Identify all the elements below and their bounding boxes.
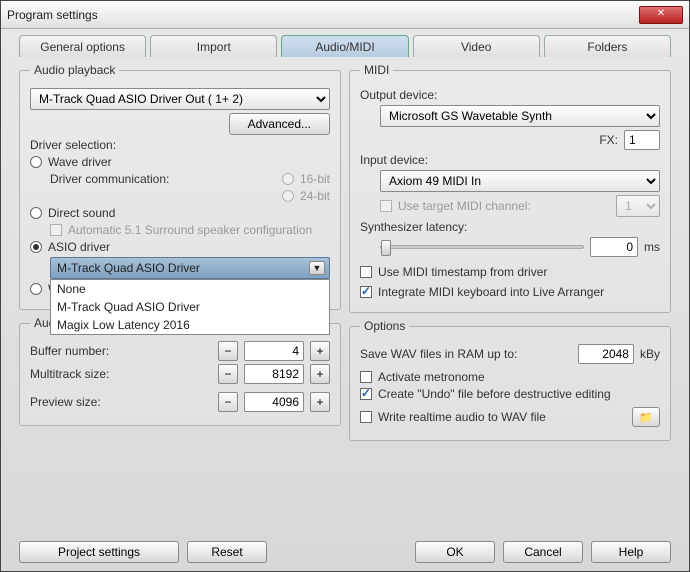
metronome-check[interactable] [360,371,372,383]
midi-group: MIDI Output device: Microsoft GS Wavetab… [349,63,671,313]
window-title: Program settings [7,8,639,22]
bit24-label: 24-bit [300,189,330,203]
midi-legend: MIDI [360,63,393,77]
settings-window: Program settings ✕ General options Impor… [0,0,690,572]
use-timestamp-check[interactable] [360,266,372,278]
buffer-number-label: Buffer number: [30,344,212,358]
save-wav-label: Save WAV files in RAM up to: [360,347,572,361]
options-legend: Options [360,319,409,333]
wave-driver-radio[interactable] [30,156,42,168]
direct-sound-radio[interactable] [30,207,42,219]
audio-playback-legend: Audio playback [30,63,119,77]
chevron-down-icon: ▼ [309,261,325,275]
bottom-bar: Project settings Reset OK Cancel Help [19,541,671,563]
save-wav-input[interactable] [578,344,634,364]
multitrack-minus[interactable]: − [218,364,238,384]
wave-driver-label: Wave driver [48,155,112,169]
asio-dropdown: None M-Track Quad ASIO Driver Magix Low … [50,279,330,335]
integrate-label: Integrate MIDI keyboard into Live Arrang… [378,285,604,299]
auto51-check [50,224,62,236]
fx-label: FX: [599,133,618,147]
ms-label: ms [644,240,660,254]
asio-option-mtrack[interactable]: M-Track Quad ASIO Driver [51,298,329,316]
driver-selection-label: Driver selection: [30,138,330,152]
preview-input[interactable] [244,392,304,412]
options-group: Options Save WAV files in RAM up to: kBy… [349,319,671,441]
tab-video[interactable]: Video [413,35,540,57]
cancel-button[interactable]: Cancel [503,541,583,563]
buffer-number-minus[interactable]: − [218,341,238,361]
asio-driver-select[interactable]: M-Track Quad ASIO Driver ▼ None M-Track … [50,257,330,279]
asio-driver-radio[interactable] [30,241,42,253]
target-channel-select: 1 [616,195,660,217]
synth-latency-slider[interactable] [380,245,584,249]
tab-audio-midi[interactable]: Audio/MIDI [281,35,408,57]
advanced-button[interactable]: Advanced... [229,113,330,135]
tab-general[interactable]: General options [19,35,146,57]
playback-output-select[interactable]: M-Track Quad ASIO Driver Out ( 1+ 2) [30,88,330,110]
content-area: Audio playback M-Track Quad ASIO Driver … [1,57,689,447]
undo-label: Create "Undo" file before destructive ed… [378,387,611,401]
bit16-label: 16-bit [300,172,330,186]
asio-driver-label: ASIO driver [48,240,110,254]
midi-in-select[interactable]: Axiom 49 MIDI In [380,170,660,192]
midi-out-label: Output device: [360,88,660,102]
left-column: Audio playback M-Track Quad ASIO Driver … [19,63,341,441]
integrate-check[interactable] [360,286,372,298]
preview-label: Preview size: [30,395,212,409]
preview-minus[interactable]: − [218,392,238,412]
write-rt-label: Write realtime audio to WAV file [378,410,626,424]
bit24-radio [282,190,294,202]
asio-select-value: M-Track Quad ASIO Driver [57,261,200,275]
use-target-label: Use target MIDI channel: [398,199,610,213]
wasapi-driver-radio[interactable] [30,283,42,295]
ok-button[interactable]: OK [415,541,495,563]
reset-button[interactable]: Reset [187,541,267,563]
multitrack-label: Multitrack size: [30,367,212,381]
asio-option-magix[interactable]: Magix Low Latency 2016 [51,316,329,334]
close-button[interactable]: ✕ [639,6,683,24]
fx-input[interactable] [624,130,660,150]
folder-icon[interactable]: 📁 [632,407,660,427]
multitrack-plus[interactable]: + [310,364,330,384]
project-settings-button[interactable]: Project settings [19,541,179,563]
preview-plus[interactable]: + [310,392,330,412]
metronome-label: Activate metronome [378,370,485,384]
help-button[interactable]: Help [591,541,671,563]
asio-option-none[interactable]: None [51,280,329,298]
synth-latency-label: Synthesizer latency: [360,220,660,234]
midi-in-label: Input device: [360,153,660,167]
buffer-number-input[interactable] [244,341,304,361]
multitrack-input[interactable] [244,364,304,384]
use-timestamp-label: Use MIDI timestamp from driver [378,265,547,279]
use-target-check [380,200,392,212]
synth-latency-input[interactable] [590,237,638,257]
write-rt-check[interactable] [360,411,372,423]
bit16-radio [282,173,294,185]
undo-check[interactable] [360,388,372,400]
tab-folders[interactable]: Folders [544,35,671,57]
auto51-label: Automatic 5.1 Surround speaker configura… [68,223,330,237]
tab-bar: General options Import Audio/MIDI Video … [1,29,689,57]
buffer-number-plus[interactable]: + [310,341,330,361]
direct-sound-label: Direct sound [48,206,115,220]
midi-out-select[interactable]: Microsoft GS Wavetable Synth [380,105,660,127]
title-bar: Program settings ✕ [1,1,689,29]
tab-import[interactable]: Import [150,35,277,57]
driver-comm-label: Driver communication: [50,172,276,186]
kby-label: kBy [640,347,660,361]
audio-playback-group: Audio playback M-Track Quad ASIO Driver … [19,63,341,310]
right-column: MIDI Output device: Microsoft GS Wavetab… [349,63,671,441]
slider-thumb-icon[interactable] [381,240,391,256]
